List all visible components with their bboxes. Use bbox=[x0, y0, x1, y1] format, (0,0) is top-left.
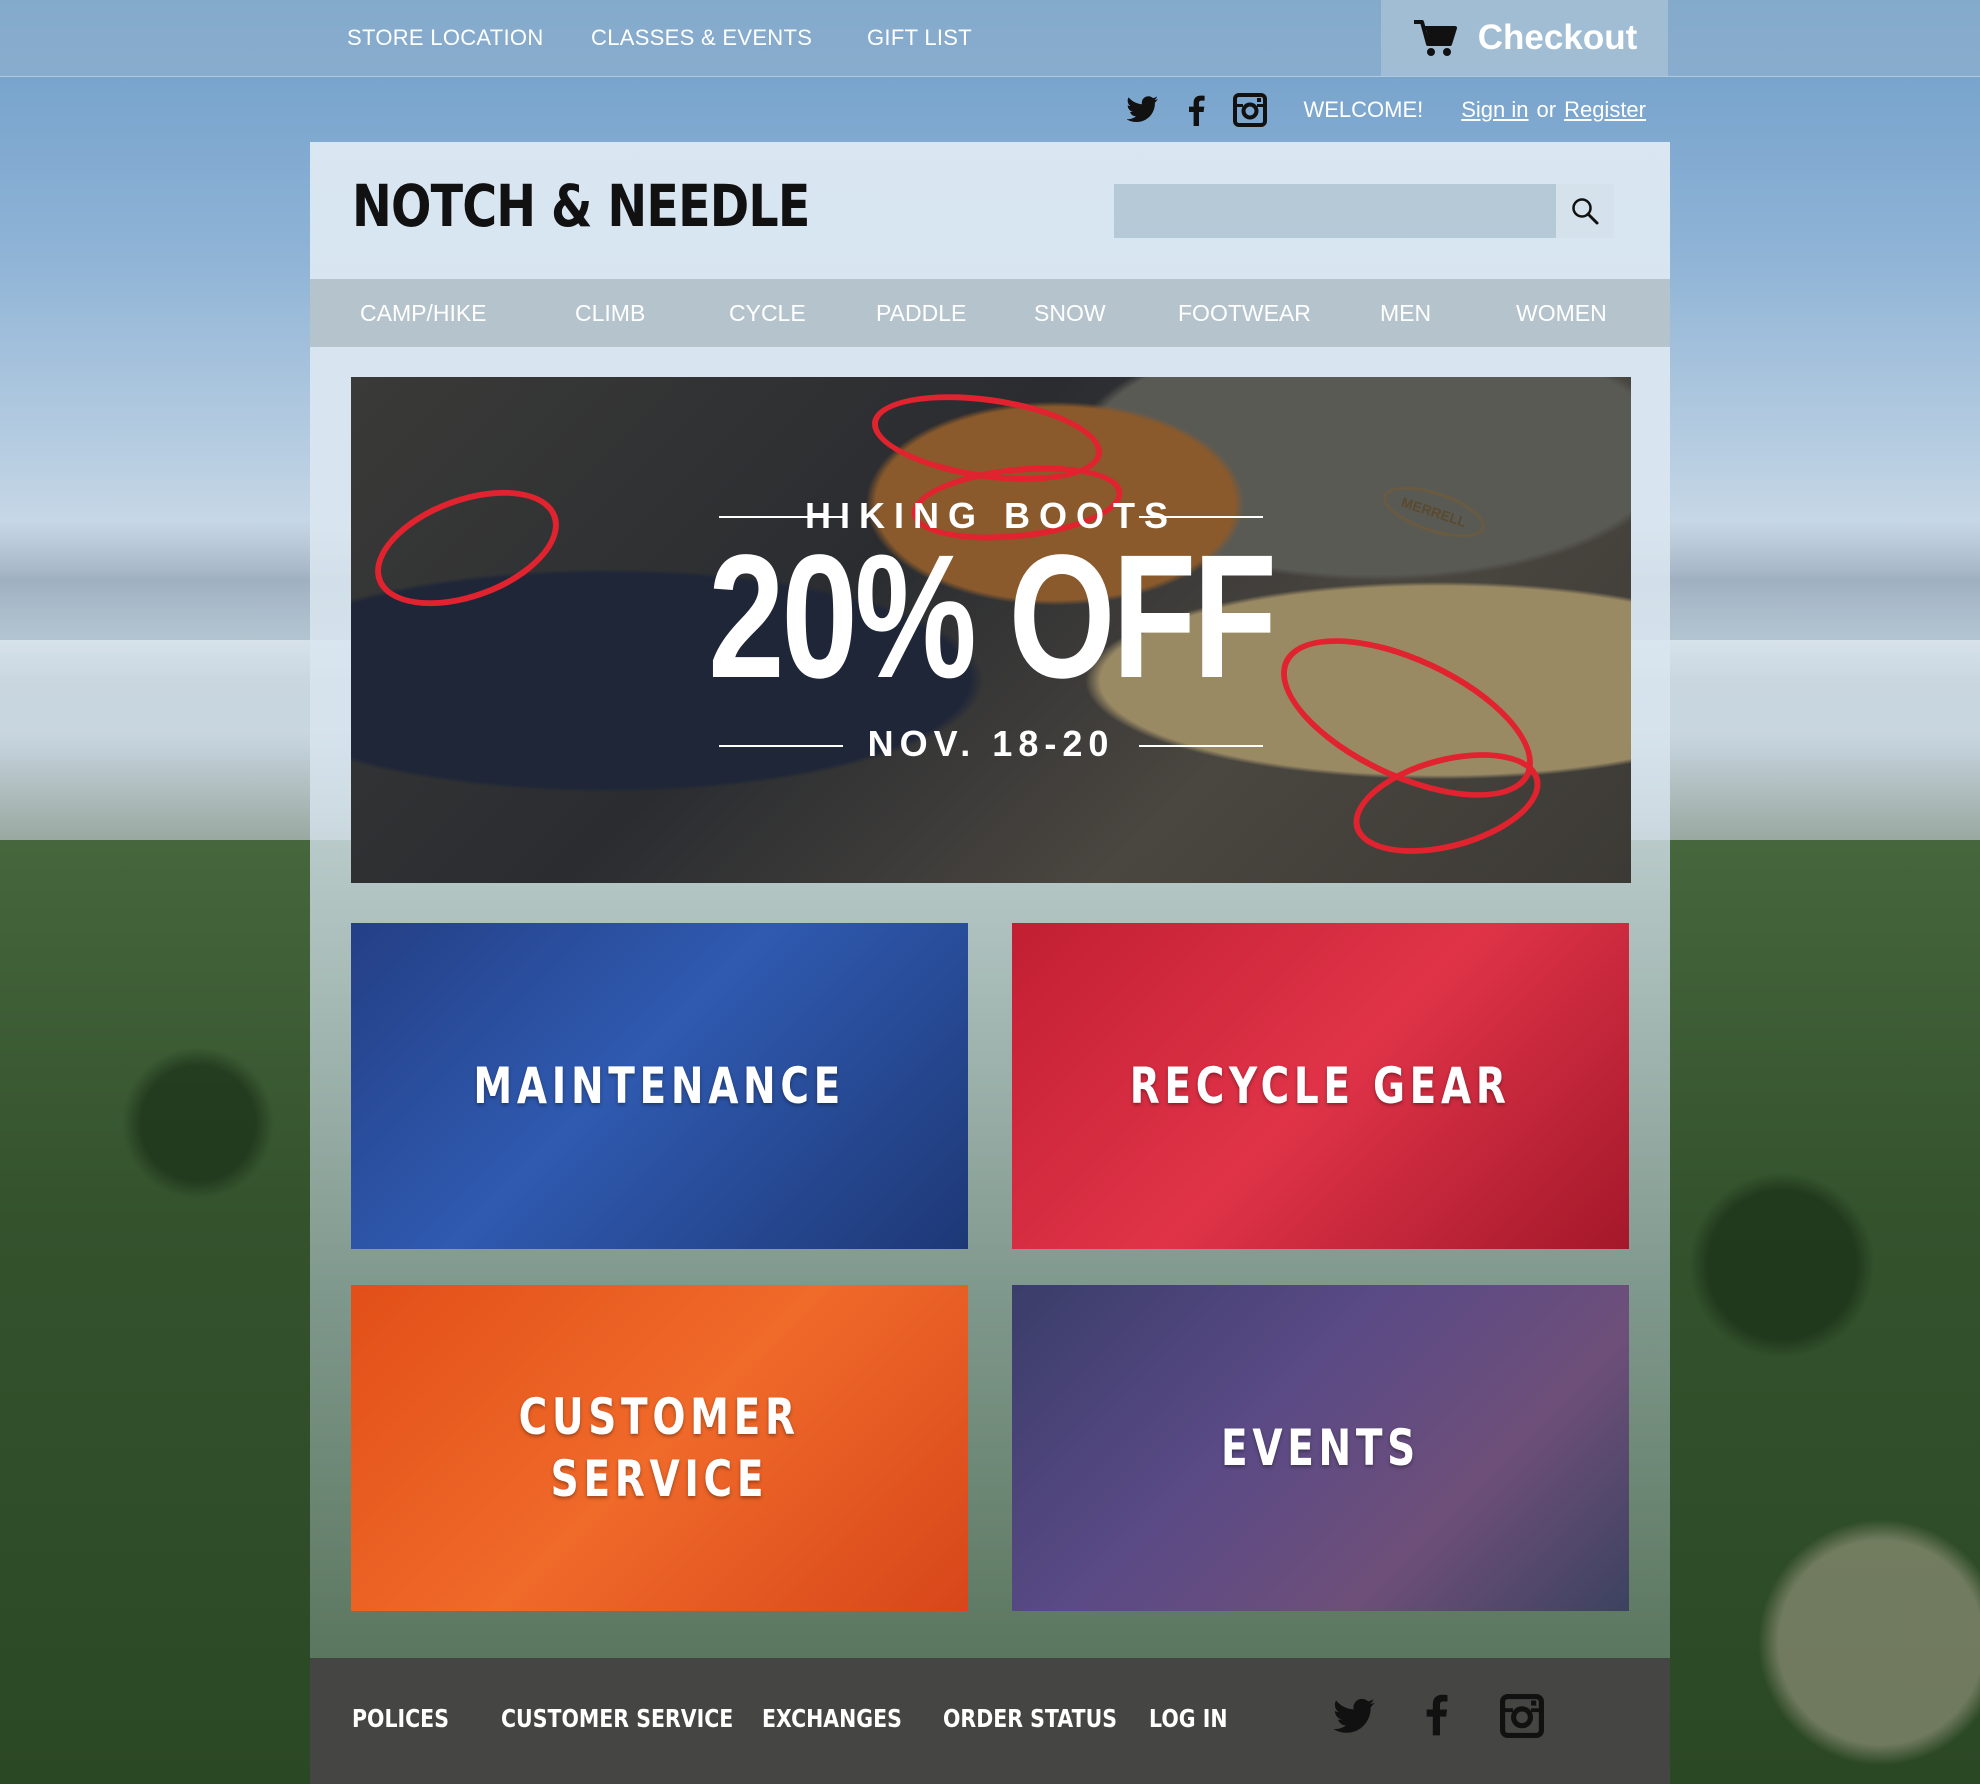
account-bar: WELCOME! Sign in or Register bbox=[1127, 86, 1646, 134]
checkout-label: Checkout bbox=[1477, 18, 1638, 57]
facebook-icon[interactable] bbox=[1424, 1692, 1448, 1736]
footer-link-exchanges[interactable]: EXCHANGES bbox=[762, 1704, 902, 1733]
twitter-icon[interactable] bbox=[1334, 1698, 1376, 1736]
search-icon bbox=[1572, 198, 1599, 225]
tile-customer-service-label-1: CUSTOMER bbox=[518, 1388, 801, 1446]
tile-events-label: EVENTS bbox=[1221, 1419, 1420, 1477]
top-nav-gift-list[interactable]: GIFT LIST bbox=[867, 25, 972, 51]
tile-customer-service[interactable]: CUSTOMER SERVICE bbox=[351, 1285, 968, 1611]
category-snow[interactable]: SNOW bbox=[1034, 279, 1106, 347]
cart-icon bbox=[1413, 20, 1457, 56]
welcome-text: WELCOME! bbox=[1303, 97, 1424, 122]
instagram-icon[interactable] bbox=[1500, 1694, 1544, 1738]
category-footwear[interactable]: FOOTWEAR bbox=[1178, 279, 1311, 347]
hero-banner[interactable]: MERRELL HIKING BOOTS 20% OFF NOV. 18-20 bbox=[351, 377, 1631, 883]
instagram-icon[interactable] bbox=[1233, 93, 1268, 127]
tile-maintenance[interactable]: MAINTENANCE bbox=[351, 923, 968, 1249]
search-bar bbox=[1114, 184, 1614, 238]
main-panel: NOTCH & NEEDLE CAMP/HIKE CLIMB CYCLE PAD… bbox=[310, 142, 1670, 1784]
top-nav-store-location[interactable]: STORE LOCATION bbox=[347, 25, 544, 51]
top-bar: STORE LOCATION CLASSES & EVENTS GIFT LIS… bbox=[0, 0, 1980, 77]
category-cycle[interactable]: CYCLE bbox=[729, 279, 806, 347]
facebook-icon[interactable] bbox=[1187, 94, 1206, 126]
register-link[interactable]: Register bbox=[1564, 97, 1646, 123]
footer-link-log-in[interactable]: LOG IN bbox=[1149, 1704, 1228, 1733]
top-nav: STORE LOCATION bbox=[347, 0, 544, 76]
top-nav-classes-events[interactable]: CLASSES & EVENTS bbox=[591, 25, 812, 51]
social-links-top bbox=[1127, 93, 1268, 127]
twitter-icon[interactable] bbox=[1127, 96, 1159, 124]
category-camp-hike[interactable]: CAMP/HIKE bbox=[360, 279, 487, 347]
site-logo[interactable]: NOTCH & NEEDLE bbox=[352, 172, 810, 240]
checkout-button[interactable]: Checkout bbox=[1381, 0, 1668, 76]
or-text: or bbox=[1536, 97, 1557, 122]
search-button[interactable] bbox=[1556, 184, 1614, 238]
tile-events[interactable]: EVENTS bbox=[1012, 1285, 1629, 1611]
sign-in-link[interactable]: Sign in bbox=[1461, 97, 1528, 123]
category-paddle[interactable]: PADDLE bbox=[876, 279, 966, 347]
tile-customer-service-label-2: SERVICE bbox=[550, 1450, 769, 1508]
hero-headline: 20% OFF bbox=[708, 519, 1277, 715]
tile-maintenance-label: MAINTENANCE bbox=[473, 1057, 846, 1115]
tile-recycle-gear[interactable]: RECYCLE GEAR bbox=[1012, 923, 1629, 1249]
tile-recycle-gear-label: RECYCLE GEAR bbox=[1130, 1057, 1511, 1115]
footer: POLICES CUSTOMER SERVICE EXCHANGES ORDER… bbox=[310, 1658, 1670, 1784]
footer-link-order-status[interactable]: ORDER STATUS bbox=[943, 1704, 1117, 1733]
hero-dates: NOV. 18-20 bbox=[867, 723, 1115, 764]
footer-link-polices[interactable]: POLICES bbox=[352, 1704, 449, 1733]
category-climb[interactable]: CLIMB bbox=[575, 279, 645, 347]
category-nav: CAMP/HIKE CLIMB CYCLE PADDLE SNOW FOOTWE… bbox=[310, 279, 1670, 347]
footer-link-customer-service[interactable]: CUSTOMER SERVICE bbox=[501, 1704, 733, 1733]
search-input[interactable] bbox=[1114, 184, 1554, 238]
category-men[interactable]: MEN bbox=[1380, 279, 1431, 347]
category-women[interactable]: WOMEN bbox=[1516, 279, 1607, 347]
